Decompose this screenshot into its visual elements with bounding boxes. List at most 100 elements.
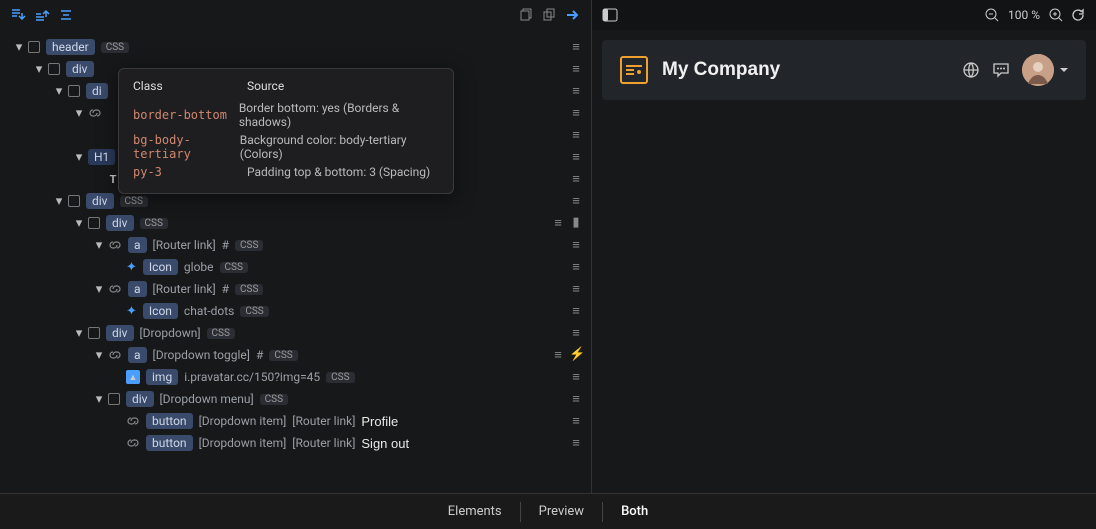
add-above-icon[interactable] xyxy=(32,5,52,25)
add-below-icon[interactable] xyxy=(8,5,28,25)
layers-icon[interactable]: ▮ xyxy=(569,215,583,231)
tab-both[interactable]: Both xyxy=(603,502,666,522)
tree-row-button[interactable]: button [Dropdown item] [Router link] Sig… xyxy=(4,432,591,454)
menu-icon[interactable]: ≡ xyxy=(569,237,583,253)
tag-a: a xyxy=(128,281,147,297)
chevron-down-icon[interactable]: ▾ xyxy=(92,392,106,406)
tag-a: a xyxy=(128,347,147,363)
checkbox[interactable] xyxy=(88,217,100,229)
chevron-down-icon[interactable]: ▾ xyxy=(92,238,106,252)
chevron-down-icon[interactable]: ▾ xyxy=(72,216,86,230)
menu-icon[interactable]: ≡ xyxy=(569,281,583,297)
menu-icon[interactable]: ≡ xyxy=(569,369,583,385)
css-badge[interactable]: CSS xyxy=(260,394,288,405)
link-icon xyxy=(126,414,140,428)
css-badge[interactable]: CSS xyxy=(235,240,263,251)
checkbox[interactable] xyxy=(68,195,80,207)
menu-icon[interactable]: ≡ xyxy=(569,193,583,209)
css-badge[interactable]: CSS xyxy=(326,372,354,383)
image-icon: ▲ xyxy=(126,370,140,384)
elements-tree: ▾ header CSS ≡ ▾ div ≡ ▾ di ≡ xyxy=(0,30,591,493)
css-badge[interactable]: CSS xyxy=(235,284,263,295)
tree-row-img[interactable]: ▲ img i.pravatar.cc/150?img=45 CSS ≡ xyxy=(4,366,591,388)
checkbox[interactable] xyxy=(68,85,80,97)
css-badge[interactable]: CSS xyxy=(140,218,168,229)
css-badge[interactable]: CSS xyxy=(269,350,297,361)
menu-icon[interactable]: ≡ xyxy=(569,105,583,121)
link-icon xyxy=(126,436,140,450)
menu-icon[interactable]: ≡ xyxy=(569,325,583,341)
chevron-down-icon[interactable]: ▾ xyxy=(52,194,66,208)
checkbox[interactable] xyxy=(108,393,120,405)
checkbox[interactable] xyxy=(88,327,100,339)
refresh-icon[interactable] xyxy=(1070,7,1086,23)
company-logo-icon xyxy=(620,56,648,84)
chevron-down-icon[interactable]: ▾ xyxy=(72,106,86,120)
menu-icon[interactable]: ≡ xyxy=(551,347,565,363)
menu-icon[interactable]: ≡ xyxy=(569,435,583,451)
tag-div: div xyxy=(66,61,94,77)
tag-button: button xyxy=(146,413,193,429)
checkbox[interactable] xyxy=(28,41,40,53)
menu-icon[interactable]: ≡ xyxy=(569,391,583,407)
preview-toolbar: 100 % xyxy=(592,0,1096,30)
tree-row-header[interactable]: ▾ header CSS ≡ xyxy=(4,36,591,58)
menu-icon[interactable]: ≡ xyxy=(569,149,583,165)
tag-img: img xyxy=(146,369,178,385)
link-icon xyxy=(108,238,122,252)
zoom-out-icon[interactable] xyxy=(984,7,1000,23)
menu-icon[interactable]: ≡ xyxy=(569,259,583,275)
css-badge[interactable]: CSS xyxy=(101,42,129,53)
chevron-down-icon[interactable]: ▾ xyxy=(72,326,86,340)
left-toolbar xyxy=(0,0,591,30)
star-icon: ✦ xyxy=(126,260,137,275)
preview-header-component: My Company xyxy=(602,40,1086,100)
globe-icon[interactable] xyxy=(962,61,980,79)
menu-icon[interactable]: ≡ xyxy=(569,39,583,55)
avatar-dropdown[interactable] xyxy=(1022,54,1054,86)
copy-icon[interactable] xyxy=(515,5,535,25)
bottom-tabs: Elements Preview Both xyxy=(0,493,1096,529)
menu-icon[interactable]: ≡ xyxy=(569,413,583,429)
panel-icon[interactable] xyxy=(602,8,618,22)
chevron-down-icon[interactable]: ▾ xyxy=(72,150,86,164)
menu-icon[interactable]: ≡ xyxy=(569,61,583,77)
tab-elements[interactable]: Elements xyxy=(430,502,521,522)
css-badge[interactable]: CSS xyxy=(207,328,235,339)
link-icon xyxy=(108,282,122,296)
css-badge[interactable]: CSS xyxy=(220,262,248,273)
css-badge[interactable]: CSS xyxy=(120,196,148,207)
zoom-level: 100 % xyxy=(1006,8,1042,22)
tree-row-button[interactable]: button [Dropdown item] [Router link] Pro… xyxy=(4,410,591,432)
tree-row-link[interactable]: ▾ a [Router link] # CSS ≡ xyxy=(4,234,591,256)
format-icon[interactable] xyxy=(56,5,76,25)
tree-row-dropdown[interactable]: ▾ div [Dropdown] CSS ≡ xyxy=(4,322,591,344)
menu-icon[interactable]: ≡ xyxy=(551,215,565,231)
tree-row-icon[interactable]: ✦ Icon chat-dots CSS ≡ xyxy=(4,300,591,322)
tree-row-icon[interactable]: ✦ Icon globe CSS ≡ xyxy=(4,256,591,278)
preview-title: My Company xyxy=(662,59,948,81)
chevron-down-icon[interactable]: ▾ xyxy=(32,62,46,76)
menu-icon[interactable]: ≡ xyxy=(569,303,583,319)
zoom-in-icon[interactable] xyxy=(1048,7,1064,23)
arrow-right-icon[interactable] xyxy=(563,5,583,25)
menu-icon[interactable]: ≡ xyxy=(569,127,583,143)
css-tooltip: Class Source border-bottomBorder bottom:… xyxy=(118,68,454,194)
chevron-down-icon[interactable]: ▾ xyxy=(52,84,66,98)
chevron-down-icon[interactable]: ▾ xyxy=(92,282,106,296)
chat-dots-icon[interactable] xyxy=(992,61,1010,79)
bolt-icon[interactable]: ⚡ xyxy=(569,347,583,363)
tag-header: header xyxy=(46,39,95,55)
tree-row-link[interactable]: ▾ a [Dropdown toggle] # CSS ≡⚡ xyxy=(4,344,591,366)
tree-row[interactable]: ▾ div CSS ≡▮ xyxy=(4,212,591,234)
menu-icon[interactable]: ≡ xyxy=(569,83,583,99)
chevron-down-icon[interactable]: ▾ xyxy=(12,40,26,54)
chevron-down-icon[interactable]: ▾ xyxy=(92,348,106,362)
tree-row-link[interactable]: ▾ a [Router link] # CSS ≡ xyxy=(4,278,591,300)
tab-preview[interactable]: Preview xyxy=(521,502,603,522)
css-badge[interactable]: CSS xyxy=(240,306,268,317)
copy-multi-icon[interactable] xyxy=(539,5,559,25)
checkbox[interactable] xyxy=(48,63,60,75)
menu-icon[interactable]: ≡ xyxy=(569,171,583,187)
tree-row[interactable]: ▾ div [Dropdown menu] CSS ≡ xyxy=(4,388,591,410)
